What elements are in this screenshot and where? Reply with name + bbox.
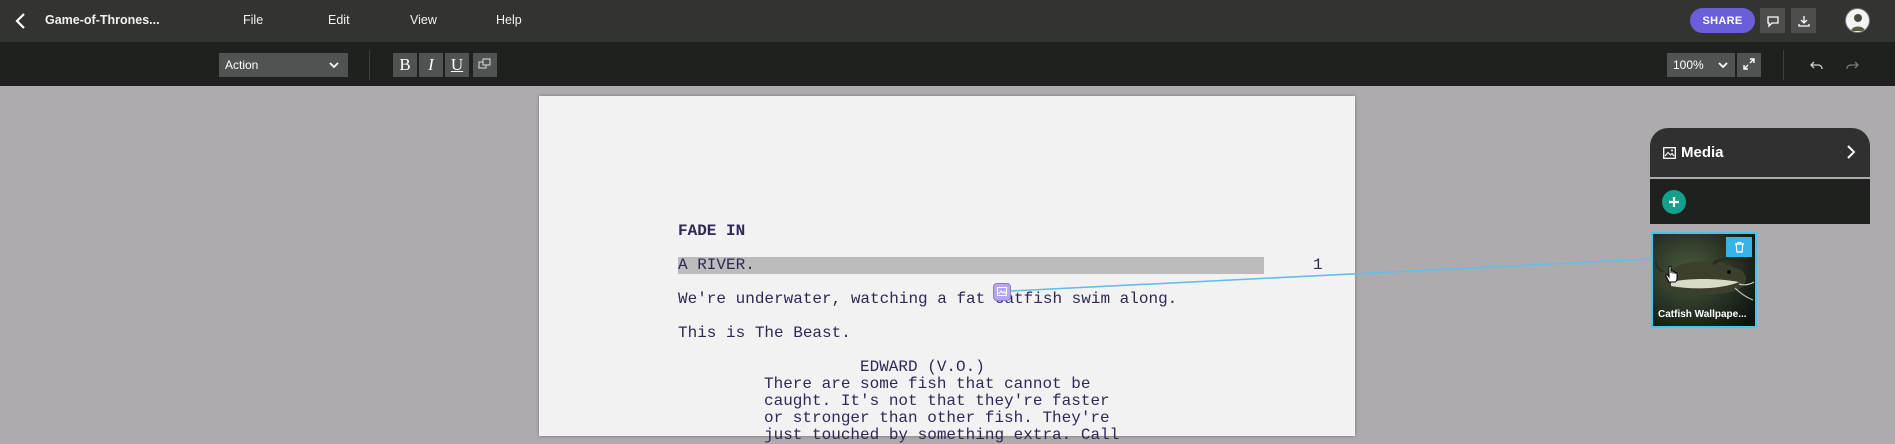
back-chevron-icon[interactable] <box>10 10 32 32</box>
media-thumbnail[interactable]: Catfish Wallpape... <box>1651 232 1757 328</box>
menu-help[interactable]: Help <box>496 13 522 27</box>
toolbar-divider <box>369 50 370 80</box>
fullscreen-button[interactable] <box>1737 53 1761 77</box>
menu-view[interactable]: View <box>410 13 437 27</box>
comment-icon[interactable] <box>1760 8 1785 33</box>
scene-number: 1 <box>1313 256 1323 274</box>
dialogue-line[interactable]: caught. It's not that they're faster <box>764 393 1110 410</box>
hand-cursor-icon <box>1665 265 1678 283</box>
share-button[interactable]: SHARE <box>1690 8 1755 33</box>
dual-dialogue-button[interactable] <box>473 53 497 77</box>
delete-media-button[interactable] <box>1726 237 1752 257</box>
menu-file[interactable]: File <box>243 13 263 27</box>
dialogue-line[interactable]: or stronger than other fish. They're <box>764 410 1110 427</box>
media-add-bar <box>1650 179 1870 224</box>
element-style-dropdown[interactable]: Action <box>219 53 348 77</box>
image-icon <box>997 283 1007 301</box>
format-toolbar: Action B I U 100% <box>0 42 1895 86</box>
toolbar-divider <box>1783 50 1784 80</box>
redo-icon[interactable] <box>1840 53 1864 77</box>
media-panel-title: Media <box>1681 144 1724 161</box>
transition-line[interactable]: FADE IN <box>678 223 745 240</box>
bold-button[interactable]: B <box>393 53 417 77</box>
chevron-down-icon <box>1717 59 1729 74</box>
media-attachment-marker[interactable] <box>993 283 1011 301</box>
gallery-icon <box>1663 146 1676 164</box>
dialogue-line[interactable]: just touched by something extra. Call <box>764 427 1119 444</box>
scene-heading[interactable]: A RIVER. <box>678 257 755 274</box>
download-icon[interactable] <box>1791 8 1816 33</box>
element-style-value: Action <box>225 58 259 72</box>
chevron-right-icon[interactable] <box>1844 144 1858 165</box>
undo-icon[interactable] <box>1805 53 1829 77</box>
plus-icon <box>1669 197 1679 207</box>
dialogue-line[interactable]: There are some fish that cannot be <box>764 376 1090 393</box>
add-media-button[interactable] <box>1662 190 1686 214</box>
media-caption: Catfish Wallpape... <box>1658 309 1747 320</box>
underline-button[interactable]: U <box>445 53 469 77</box>
zoom-dropdown[interactable]: 100% <box>1667 53 1735 77</box>
menu-edit[interactable]: Edit <box>328 13 350 27</box>
dual-dialogue-icon <box>478 55 492 75</box>
fullscreen-icon <box>1743 55 1755 75</box>
script-page[interactable]: FADE IN A RIVER. 1 We're underwater, wat… <box>539 96 1355 444</box>
user-avatar[interactable] <box>1845 8 1870 33</box>
zoom-value: 100% <box>1673 58 1704 72</box>
chevron-down-icon <box>328 59 340 74</box>
trash-icon <box>1734 241 1744 253</box>
media-panel-header: Media <box>1650 128 1870 177</box>
action-line[interactable]: We're underwater, watching a fat catfish… <box>678 291 1177 308</box>
selected-line-highlight <box>678 257 1264 274</box>
document-title[interactable]: Game-of-Thrones... <box>45 13 160 27</box>
action-line[interactable]: This is The Beast. <box>678 325 851 342</box>
italic-button[interactable]: I <box>419 53 443 77</box>
top-menu-bar: Game-of-Thrones... File Edit View Help S… <box>0 0 1895 42</box>
character-name[interactable]: EDWARD (V.O.) <box>860 359 985 376</box>
